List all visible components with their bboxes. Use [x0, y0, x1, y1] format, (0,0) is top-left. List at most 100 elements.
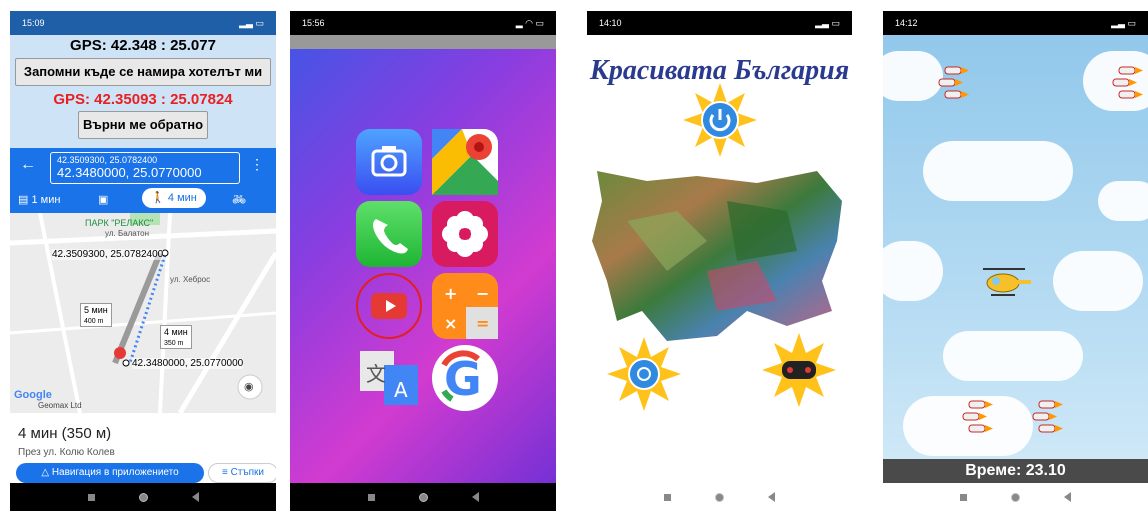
- home-button[interactable]: [138, 492, 148, 502]
- google-glyph: G: [441, 350, 482, 406]
- translate-icon[interactable]: 文A: [356, 345, 422, 411]
- helicopter: [983, 268, 1031, 296]
- android-nav-bar: [10, 483, 276, 511]
- flower-glyph: [442, 211, 488, 257]
- start-navigation-button[interactable]: △ Навигация в приложението: [16, 463, 204, 483]
- sun-power-icon: [683, 83, 757, 157]
- recents-button[interactable]: [367, 493, 375, 501]
- youtube-icon[interactable]: [356, 273, 422, 339]
- status-bar: 14:10 ▂▃ ▭: [587, 11, 852, 35]
- flower-icon[interactable]: [432, 201, 498, 267]
- route-from: 42.3509300, 25.0782400: [57, 155, 158, 165]
- youtube-glyph: [371, 293, 407, 319]
- svg-text:A: A: [394, 378, 408, 402]
- my-location-icon[interactable]: ◉: [244, 380, 254, 393]
- walk-dist: 400 m: [84, 318, 104, 325]
- mode-transit[interactable]: ▤ 1 мин: [18, 193, 60, 206]
- elapsed-time-bar: Време: 23.10: [883, 459, 1148, 483]
- route-via: През ул. Колю Колев: [18, 447, 115, 458]
- android-nav-bar: [290, 483, 556, 511]
- home-button[interactable]: [418, 492, 428, 502]
- phone-glyph: [373, 219, 408, 254]
- camera-icon[interactable]: [356, 129, 422, 195]
- google-icon[interactable]: G: [432, 345, 498, 411]
- back-button[interactable]: [471, 492, 479, 502]
- walk-time: 4 мин: [164, 327, 188, 337]
- street-label: ул. Хеброс: [170, 275, 211, 284]
- back-button[interactable]: [191, 492, 199, 502]
- navigation-icon: △: [41, 467, 50, 478]
- power-sun-button[interactable]: [683, 83, 757, 157]
- route-info-panel: 4 мин (350 м) През ул. Колю Колев △ Нави…: [10, 413, 276, 483]
- place-label: Geomax Ltd: [38, 401, 82, 410]
- status-bar: 15:56 ▂ ◠ ▭: [290, 11, 556, 35]
- svg-text:=: =: [476, 314, 489, 333]
- navigation-label: Навигация в приложението: [51, 467, 179, 478]
- status-time: 15:09: [22, 18, 45, 28]
- map-roads: [10, 213, 276, 413]
- svg-text:+: +: [444, 284, 457, 303]
- steps-label: Стъпки: [230, 467, 265, 478]
- info-sun-button[interactable]: [607, 337, 681, 411]
- maps-icon[interactable]: [432, 129, 498, 195]
- mode-walk-label: 4 мин: [167, 192, 197, 204]
- svg-text:×: ×: [444, 314, 457, 333]
- status-time: 14:10: [599, 18, 622, 28]
- phone-beautiful-bulgaria: 14:10 ▂▃ ▭ Красивата България: [587, 11, 852, 511]
- calculator-icon[interactable]: + − × =: [432, 273, 498, 339]
- remember-hotel-button[interactable]: Запомни къде се намира хотелът ми: [15, 58, 271, 86]
- walk-route-label: 4 мин 350 m: [160, 325, 192, 349]
- gamepad-icon: [762, 333, 836, 407]
- walk-time: 5 мин: [84, 305, 108, 315]
- street-label: ул. Балатон: [105, 229, 150, 238]
- camera-glyph: [371, 146, 407, 177]
- signal-battery-icon: ▂▃ ▭: [239, 17, 264, 28]
- more-icon[interactable]: ⋮: [250, 156, 264, 173]
- recents-button[interactable]: [960, 493, 967, 501]
- recents-button[interactable]: [87, 493, 95, 501]
- game-screen[interactable]: 14:12 ▂▃ ▭ Време: 23.10: [883, 11, 1148, 511]
- home-button[interactable]: [1011, 492, 1020, 502]
- home-button[interactable]: [715, 492, 724, 502]
- route-to: 42.3480000, 25.0770000: [57, 165, 202, 180]
- maps-header: ← 42.3509300, 25.0782400 42.3480000, 25.…: [10, 148, 276, 213]
- android-nav-bar: [883, 483, 1148, 511]
- sun-info-icon: [607, 337, 681, 411]
- mode-transit-label: 1 мин: [31, 193, 61, 206]
- route-box[interactable]: 42.3509300, 25.0782400 42.3480000, 25.07…: [50, 152, 240, 184]
- phone-icon[interactable]: [356, 201, 422, 267]
- back-button[interactable]: [768, 492, 775, 502]
- bulgaria-map-collage: [592, 171, 842, 341]
- steps-button[interactable]: ≡ Стъпки: [208, 463, 276, 483]
- phone-helicopter-game: 14:12 ▂▃ ▭ Време: 23.10: [883, 11, 1148, 511]
- home-screen: 15:56 ▂ ◠ ▭ + − × = 文A G: [290, 11, 556, 511]
- recents-button[interactable]: [664, 493, 671, 501]
- signal-wifi-battery-icon: ▂ ◠ ▭: [515, 17, 544, 28]
- svg-text:−: −: [476, 284, 489, 303]
- return-back-button[interactable]: Върни ме обратно: [78, 111, 208, 139]
- status-time: 15:56: [302, 18, 325, 28]
- google-logo: Google: [14, 389, 52, 401]
- status-bar: 15:09 ▂▃ ▭: [10, 11, 276, 35]
- walk-route-alt-label: 5 мин 400 m: [80, 303, 112, 327]
- mode-bike-icon[interactable]: 🚲︎: [232, 193, 246, 206]
- back-arrow-icon[interactable]: ←: [20, 156, 36, 174]
- game-sprites: [938, 66, 1143, 433]
- svg-text:文: 文: [366, 362, 386, 386]
- gps-current-text: GPS: 42.348 : 25.077: [70, 37, 216, 54]
- mode-bus-icon[interactable]: ▣: [98, 193, 108, 206]
- back-button[interactable]: [1064, 492, 1071, 502]
- calculator-glyph: + −× =: [444, 284, 498, 339]
- travel-modes: ▤ 1 мин ▣ 🚶 4 мин 🚲︎: [10, 188, 276, 210]
- translate-glyph: 文A: [360, 351, 418, 405]
- gps-saved-text: GPS: 42.35093 : 25.07824: [53, 91, 233, 108]
- gps-app-screen: 15:09 ▂▃ ▭ GPS: 42.348 : 25.077 Запомни …: [10, 11, 276, 511]
- mode-walk[interactable]: 🚶 4 мин: [142, 188, 206, 208]
- map-view[interactable]: ПАРК "РЕЛАКС" ул. Балатон ул. Хеброс 42.…: [10, 213, 276, 413]
- phone-home-screen: 15:56 ▂ ◠ ▭ + − × = 文A G: [290, 11, 556, 511]
- notification-strip: [290, 35, 556, 49]
- park-label: ПАРК "РЕЛАКС": [85, 218, 154, 228]
- game-sun-button[interactable]: [762, 333, 836, 407]
- phone-gps-app: 15:09 ▂▃ ▭ GPS: 42.348 : 25.077 Запомни …: [10, 11, 276, 511]
- end-coordinate-label: 42.3480000, 25.0770000: [132, 358, 244, 369]
